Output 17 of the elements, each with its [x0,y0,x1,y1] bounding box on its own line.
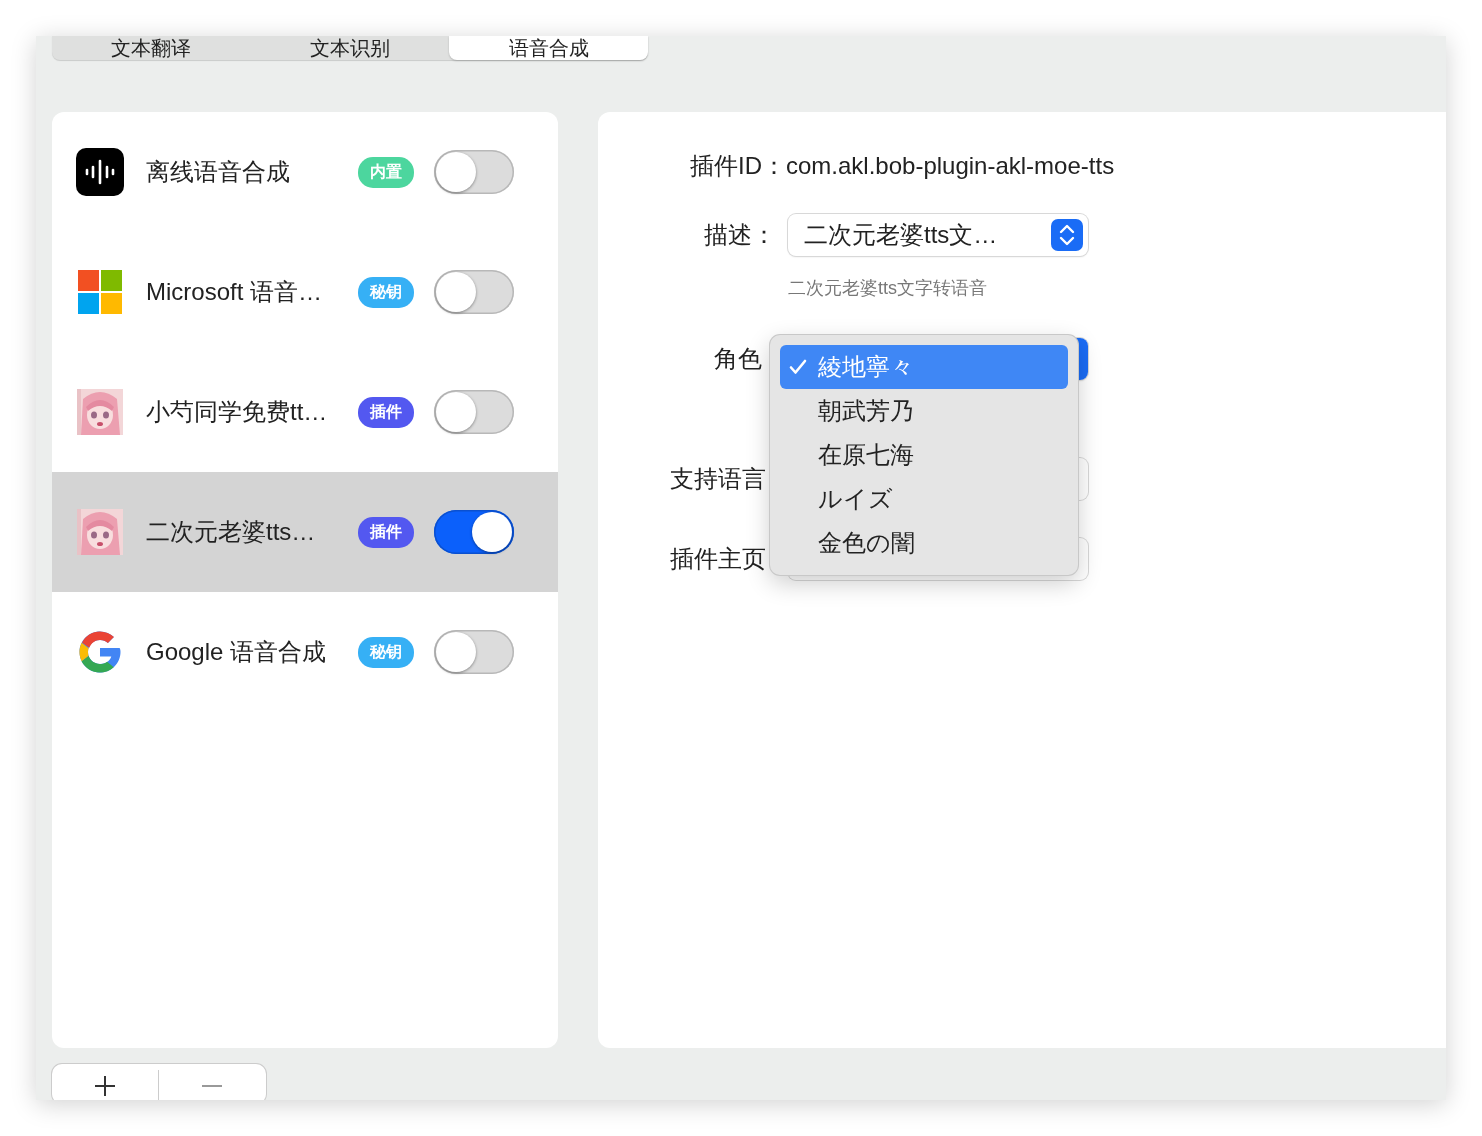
engine-name: Microsoft 语音… [146,277,323,307]
engine-tag: 插件 [358,396,414,428]
description-label: 描述： [703,220,776,250]
engine-name: 小芍同学免费tt… [146,397,329,427]
plugin-id-value: com.akl.bob-plugin-akl-moe-tts [786,152,1115,180]
engine-name: 二次元老婆tts… [146,517,317,547]
plugin-id-label: 插件ID： [689,151,786,181]
description-hint: 二次元老婆tts文字转语音 [788,277,988,300]
engine-tag: 内置 [358,156,414,188]
engine-tag: 秘钥 [358,276,414,308]
engine-tag: 插件 [358,516,414,548]
role-label: 角色 [713,344,762,374]
languages-label: 支持语言 [669,464,766,494]
engine-tag: 秘钥 [358,636,414,668]
homepage-label: 插件主页 [669,544,766,574]
engine-name: Google 语音合成 [146,637,328,667]
engine-name: 离线语音合成 [146,157,291,187]
